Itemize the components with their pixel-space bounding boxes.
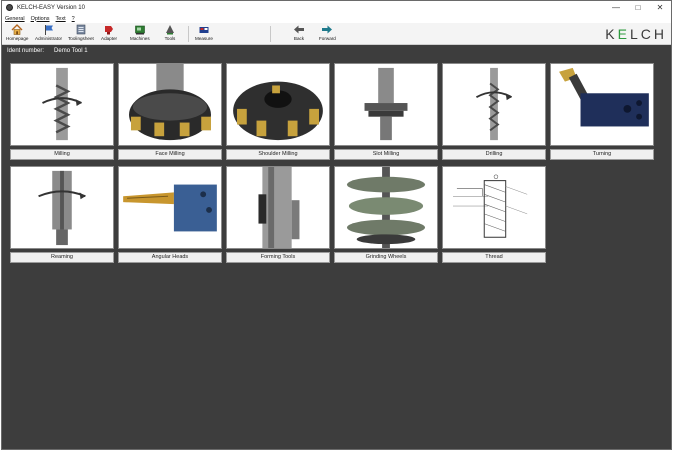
toolbar-separator xyxy=(270,26,271,42)
tile-label: Shoulder Milling xyxy=(226,149,330,160)
tile-drilling[interactable]: Drilling xyxy=(442,63,546,162)
tools-button[interactable]: Tools xyxy=(164,24,176,44)
menu-general[interactable]: General xyxy=(5,16,25,22)
app-window: KELCH-EASY Version 10 — □ ✕ General Opti… xyxy=(1,0,672,450)
ident-value: Demo Tool 1 xyxy=(54,48,88,54)
tile-label: Milling xyxy=(10,149,114,160)
measure-icon xyxy=(198,24,210,35)
arrow-right-icon xyxy=(321,24,333,35)
homepage-button[interactable]: Homepage xyxy=(6,24,28,44)
tile-grinding-wheels[interactable]: Grinding Wheels xyxy=(334,166,438,265)
close-icon: ✕ xyxy=(656,3,664,12)
status-bar xyxy=(2,446,671,449)
tile-forming-tools[interactable]: Forming Tools xyxy=(226,166,330,265)
toolbar-separator xyxy=(188,26,189,42)
tile-label: Angular Heads xyxy=(118,252,222,263)
back-button[interactable]: Back xyxy=(293,24,305,44)
minimize-button[interactable]: — xyxy=(605,1,627,14)
window-title: KELCH-EASY Version 10 xyxy=(17,4,85,11)
forming-tool-icon xyxy=(226,166,330,249)
face-mill-icon xyxy=(118,63,222,146)
title-bar: KELCH-EASY Version 10 — □ ✕ xyxy=(2,1,671,14)
measure-button[interactable]: Measure xyxy=(195,24,213,44)
menu-text[interactable]: Text xyxy=(56,16,66,22)
close-button[interactable]: ✕ xyxy=(649,1,671,14)
menu-bar: General Options Text ? xyxy=(2,14,671,23)
ident-label: Ident number: xyxy=(7,48,45,54)
milling-tool-icon xyxy=(10,63,114,146)
forward-button[interactable]: Forward xyxy=(319,24,336,44)
app-icon xyxy=(6,4,13,11)
maximize-icon: □ xyxy=(635,3,641,12)
minimize-icon: — xyxy=(612,3,620,12)
adapter-button[interactable]: Adapter xyxy=(101,24,117,44)
tile-label: Thread xyxy=(442,252,546,263)
administrator-button[interactable]: Administrator xyxy=(35,24,62,44)
shoulder-mill-icon xyxy=(226,63,330,146)
sheet-icon xyxy=(75,24,87,35)
window-controls: — □ ✕ xyxy=(605,1,671,14)
tile-thread[interactable]: Thread xyxy=(442,166,546,265)
tile-shoulder-milling[interactable]: Shoulder Milling xyxy=(226,63,330,162)
toolingsheet-button[interactable]: Toolingsheet xyxy=(68,24,94,44)
turning-tool-icon xyxy=(550,63,654,146)
tile-angular-heads[interactable]: Angular Heads xyxy=(118,166,222,265)
machines-button[interactable]: Machines xyxy=(130,24,150,44)
ident-bar: Ident number: Demo Tool 1 xyxy=(2,45,671,57)
toolbar: Homepage Administrator Toolingsheet Adap… xyxy=(2,23,671,45)
tile-face-milling[interactable]: Face Milling xyxy=(118,63,222,162)
tile-label: Grinding Wheels xyxy=(334,252,438,263)
kelch-logo: KELCH xyxy=(605,26,667,42)
angular-head-icon xyxy=(118,166,222,249)
tile-turning[interactable]: Turning xyxy=(550,63,654,162)
menu-options[interactable]: Options xyxy=(31,16,50,22)
tile-label: Drilling xyxy=(442,149,546,160)
machine-icon xyxy=(134,24,146,35)
flag-icon xyxy=(43,24,55,35)
tile-reaming[interactable]: Reaming xyxy=(10,166,114,265)
arrow-left-icon xyxy=(293,24,305,35)
tile-label: Reaming xyxy=(10,252,114,263)
drill-icon xyxy=(442,63,546,146)
tile-label: Forming Tools xyxy=(226,252,330,263)
home-icon xyxy=(11,24,23,35)
reamer-icon xyxy=(10,166,114,249)
slot-mill-icon xyxy=(334,63,438,146)
tools-icon xyxy=(164,24,176,35)
tile-milling[interactable]: Milling xyxy=(10,63,114,162)
tile-slot-milling[interactable]: Slot Milling xyxy=(334,63,438,162)
menu-help[interactable]: ? xyxy=(72,16,75,22)
grinding-wheel-icon xyxy=(334,166,438,249)
maximize-button[interactable]: □ xyxy=(627,1,649,14)
tile-label: Face Milling xyxy=(118,149,222,160)
adapter-icon xyxy=(103,24,115,35)
tile-label: Slot Milling xyxy=(334,149,438,160)
tile-label: Turning xyxy=(550,149,654,160)
thread-drawing-icon xyxy=(442,166,546,249)
